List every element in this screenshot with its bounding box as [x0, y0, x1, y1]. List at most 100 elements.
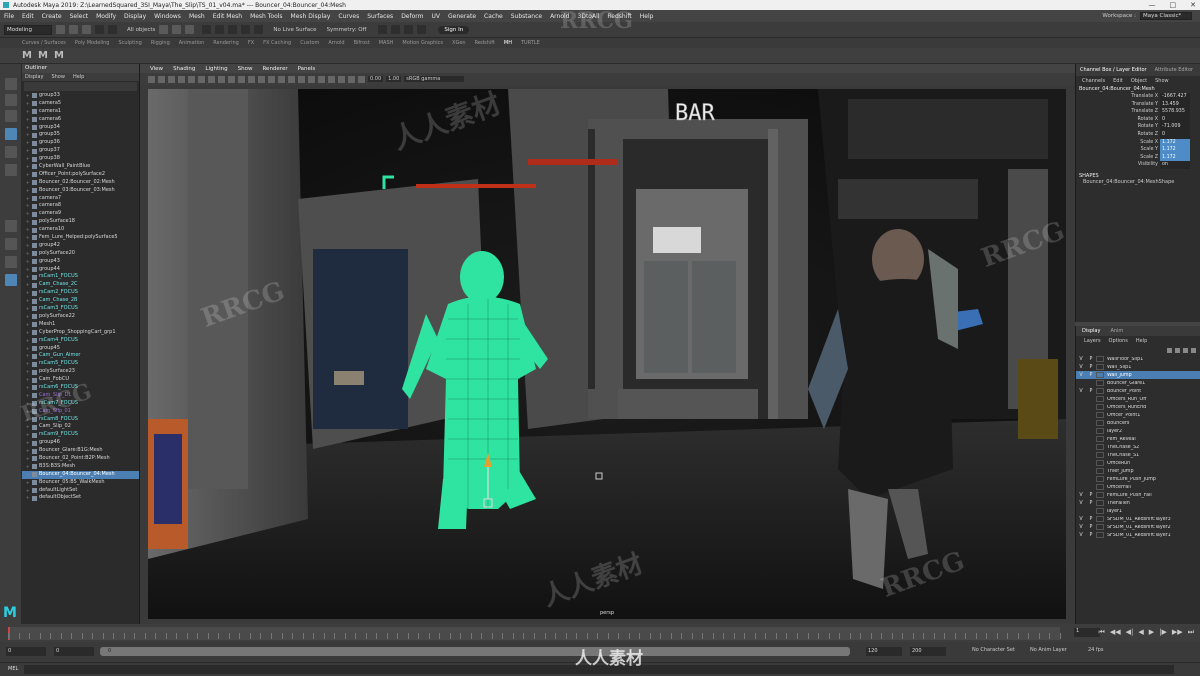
outliner-item[interactable]: + rsCam5_FOCUS: [22, 360, 139, 368]
workspace-dropdown[interactable]: Maya Classic*: [1140, 12, 1192, 20]
channel-value-field[interactable]: on: [1160, 161, 1190, 169]
shape-node-name[interactable]: Bouncer_04:Bouncer_04:MeshShape: [1076, 179, 1200, 185]
ambient-occlusion-icon[interactable]: [308, 75, 315, 83]
expand-icon[interactable]: +: [26, 305, 30, 313]
layer-visibility-toggle[interactable]: V: [1076, 517, 1086, 522]
channel-row[interactable]: Translate Z 5578.935: [1076, 108, 1200, 116]
layer-color-swatch[interactable]: [1096, 476, 1104, 482]
menu-display[interactable]: Display: [124, 13, 146, 20]
menu-file[interactable]: File: [4, 13, 14, 20]
shelf-tab-mh[interactable]: MH: [504, 40, 512, 46]
step-back-frame-icon[interactable]: ◀|: [1126, 628, 1134, 637]
expand-icon[interactable]: +: [26, 163, 30, 171]
shelf-tab-xgen[interactable]: XGen: [452, 40, 466, 46]
smooth-shading-icon[interactable]: [258, 75, 265, 83]
expand-icon[interactable]: +: [26, 345, 30, 353]
channel-row[interactable]: Rotate X0: [1076, 115, 1200, 124]
expand-icon[interactable]: +: [26, 352, 30, 360]
expand-icon[interactable]: +: [26, 226, 30, 234]
layer-color-swatch[interactable]: [1096, 500, 1104, 506]
menu-uv[interactable]: UV: [432, 13, 441, 20]
expand-icon[interactable]: +: [26, 471, 30, 479]
expand-icon[interactable]: +: [26, 258, 30, 266]
channel-name[interactable]: Scale Y: [1076, 146, 1160, 154]
layer-color-swatch[interactable]: [1096, 356, 1104, 362]
expand-icon[interactable]: +: [26, 376, 30, 384]
expand-icon[interactable]: +: [26, 447, 30, 455]
four-view-layout-icon[interactable]: [5, 238, 17, 250]
sign-in-button[interactable]: Sign In: [438, 25, 470, 34]
wireframe-shading-icon[interactable]: [248, 75, 255, 83]
shelf-tab-animation[interactable]: Animation: [179, 40, 205, 46]
outliner-item[interactable]: + Cam_Chase_2C: [22, 281, 139, 289]
shadows-icon[interactable]: [298, 75, 305, 83]
current-frame-field[interactable]: 1: [1074, 628, 1100, 637]
expand-icon[interactable]: +: [26, 131, 30, 139]
shelf-tab-custom[interactable]: Custom: [300, 40, 319, 46]
render-settings-icon[interactable]: [404, 25, 414, 34]
menu-redshift[interactable]: Redshift: [607, 13, 631, 20]
layer-playback-toggle[interactable]: P: [1086, 501, 1096, 506]
outliner-item[interactable]: + polySurface22: [22, 313, 139, 321]
expand-icon[interactable]: +: [26, 416, 30, 424]
command-input[interactable]: [24, 665, 1174, 674]
layer-visibility-toggle[interactable]: V: [1076, 533, 1086, 538]
move-layer-up-icon[interactable]: [1167, 347, 1172, 353]
layer-playback-toggle[interactable]: P: [1086, 365, 1096, 370]
outliner-item[interactable]: + group35: [22, 131, 139, 139]
open-scene-icon[interactable]: [69, 25, 78, 34]
channel-name[interactable]: Rotate X: [1076, 116, 1160, 124]
maximize-button[interactable]: □: [1170, 1, 1177, 9]
layer-row[interactable]: Officers_Run_Off: [1076, 395, 1200, 403]
outliner-item[interactable]: + Bouncer_02_Point:B2P:Mesh: [22, 455, 139, 463]
outliner-item[interactable]: + camera1: [22, 108, 139, 116]
outliner-item[interactable]: + Bouncer_05:B5_WalkMesh: [22, 479, 139, 487]
expand-icon[interactable]: +: [26, 171, 30, 179]
shelf-button-m2[interactable]: M: [38, 50, 48, 61]
expand-icon[interactable]: +: [26, 202, 30, 210]
character-set-dropdown[interactable]: No Character Set: [972, 647, 1015, 653]
layer-color-swatch[interactable]: [1096, 396, 1104, 402]
tab-display-layers[interactable]: Display: [1082, 328, 1100, 334]
shelf-tab-curves-surfaces[interactable]: Curves / Surfaces: [22, 40, 66, 46]
outliner-item[interactable]: + polySurface20: [22, 250, 139, 258]
outliner-item[interactable]: + rsCam9_FOCUS: [22, 431, 139, 439]
menu-surfaces[interactable]: Surfaces: [367, 13, 393, 20]
outliner-item[interactable]: + Cam_Chase_2B: [22, 297, 139, 305]
new-scene-icon[interactable]: [56, 25, 65, 34]
layer-color-swatch[interactable]: [1096, 372, 1104, 378]
layer-visibility-toggle[interactable]: V: [1076, 389, 1086, 394]
mel-label[interactable]: MEL: [8, 666, 18, 672]
go-to-start-icon[interactable]: ⏮: [1099, 628, 1105, 637]
persp-outliner-layout-icon[interactable]: [5, 256, 17, 268]
outliner-item[interactable]: + rsCam7_FOCUS: [22, 400, 139, 408]
step-forward-key-icon[interactable]: ▶▶: [1172, 628, 1183, 637]
menu-windows[interactable]: Windows: [154, 13, 181, 20]
channel-value-field[interactable]: 0: [1160, 130, 1190, 139]
lights-icon[interactable]: [288, 75, 295, 83]
shelf-tab-fx[interactable]: FX: [248, 40, 254, 46]
camera-attributes-icon[interactable]: [148, 75, 155, 83]
outliner-item[interactable]: + rsCam8_FOCUS: [22, 416, 139, 424]
expand-icon[interactable]: +: [26, 234, 30, 242]
channel-row[interactable]: Translate Y 13.459: [1076, 100, 1200, 109]
channel-row[interactable]: Scale Z 1.172: [1076, 153, 1200, 162]
menu-set-dropdown[interactable]: Modeling: [4, 24, 52, 35]
layer-color-swatch[interactable]: [1096, 412, 1104, 418]
menu-create[interactable]: Create: [42, 13, 62, 20]
outliner-item[interactable]: + Bouncer_02:Bouncer_02:Mesh: [22, 179, 139, 187]
tab-channel-box[interactable]: Channel Box / Layer Editor: [1080, 67, 1147, 73]
grid-toggle-icon[interactable]: [178, 75, 185, 83]
expand-icon[interactable]: +: [26, 494, 30, 502]
expand-icon[interactable]: +: [26, 147, 30, 155]
step-back-key-icon[interactable]: ◀◀: [1110, 628, 1121, 637]
single-perspective-layout-icon[interactable]: [5, 220, 17, 232]
shelf-tab-bifrost[interactable]: Bifrost: [354, 40, 370, 46]
layer-color-swatch[interactable]: [1096, 388, 1104, 394]
channel-name[interactable]: Translate X: [1076, 93, 1160, 101]
expand-icon[interactable]: +: [26, 273, 30, 281]
le-menu-help[interactable]: Help: [1136, 338, 1147, 344]
layer-color-swatch[interactable]: [1096, 404, 1104, 410]
layer-row[interactable]: V P Wall_Jump: [1076, 371, 1200, 379]
outliner-item[interactable]: + camera7: [22, 195, 139, 203]
